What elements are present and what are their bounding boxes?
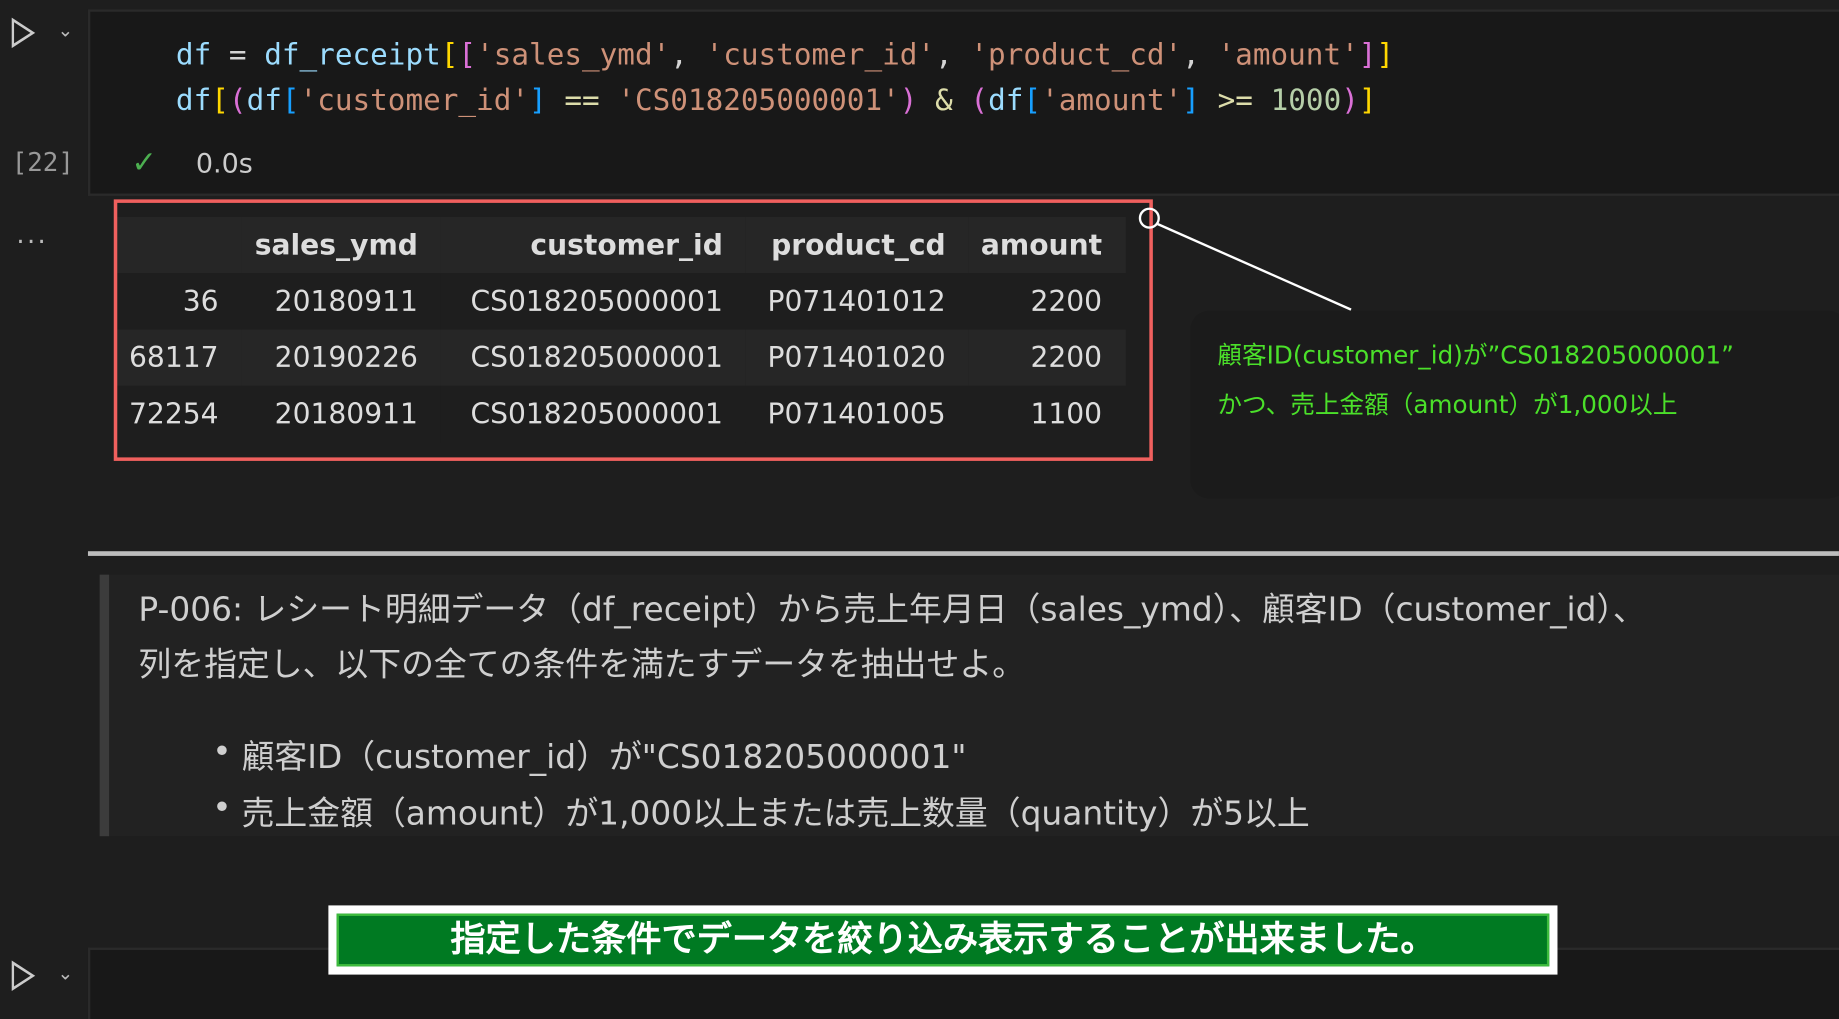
caption-text: 指定した条件でデータを絞り込み表示することが出来ました。: [336, 913, 1550, 967]
callout-pointer: [1157, 222, 1352, 311]
bullet-bullet: •: [212, 788, 232, 827]
bullet-item-1: 顧客ID（customer_id）が"CS018205000001": [241, 737, 967, 777]
notebook: ⌄ df = df_receipt[['sales_ymd', 'custome…: [0, 0, 1839, 1019]
bullet-bullet: •: [212, 731, 232, 771]
markdown-cell[interactable]: P-006: レシート明細データ（df_receipt）から売上年月日（sale…: [99, 574, 1839, 837]
markdown-line-2: 列を指定し、以下の全ての条件を満たすデータを抽出せよ。: [138, 645, 1026, 684]
bullet-item-2: 売上金額（amount）が1,000以上または売上数量（quantity）が5以…: [241, 793, 1310, 833]
chevron-down-icon[interactable]: ⌄: [57, 962, 73, 984]
annotation-line-1: 顧客ID(customer_id)が”CS018205000001”: [1217, 341, 1734, 370]
annotation-line-2: かつ、売上金額（amount）が1,000以上: [1217, 390, 1678, 419]
callout-circle: [1138, 207, 1160, 229]
caption-banner: 指定した条件でデータを絞り込み表示することが出来ました。: [328, 905, 1558, 975]
markdown-line-1: P-006: レシート明細データ（df_receipt）から売上年月日（sale…: [138, 589, 1646, 629]
run-cell-icon[interactable]: [11, 960, 36, 992]
annotation-panel: 顧客ID(customer_id)が”CS018205000001” かつ、売上…: [1190, 310, 1839, 499]
cell-divider: [87, 551, 1839, 556]
callout-line: [1138, 207, 1352, 311]
